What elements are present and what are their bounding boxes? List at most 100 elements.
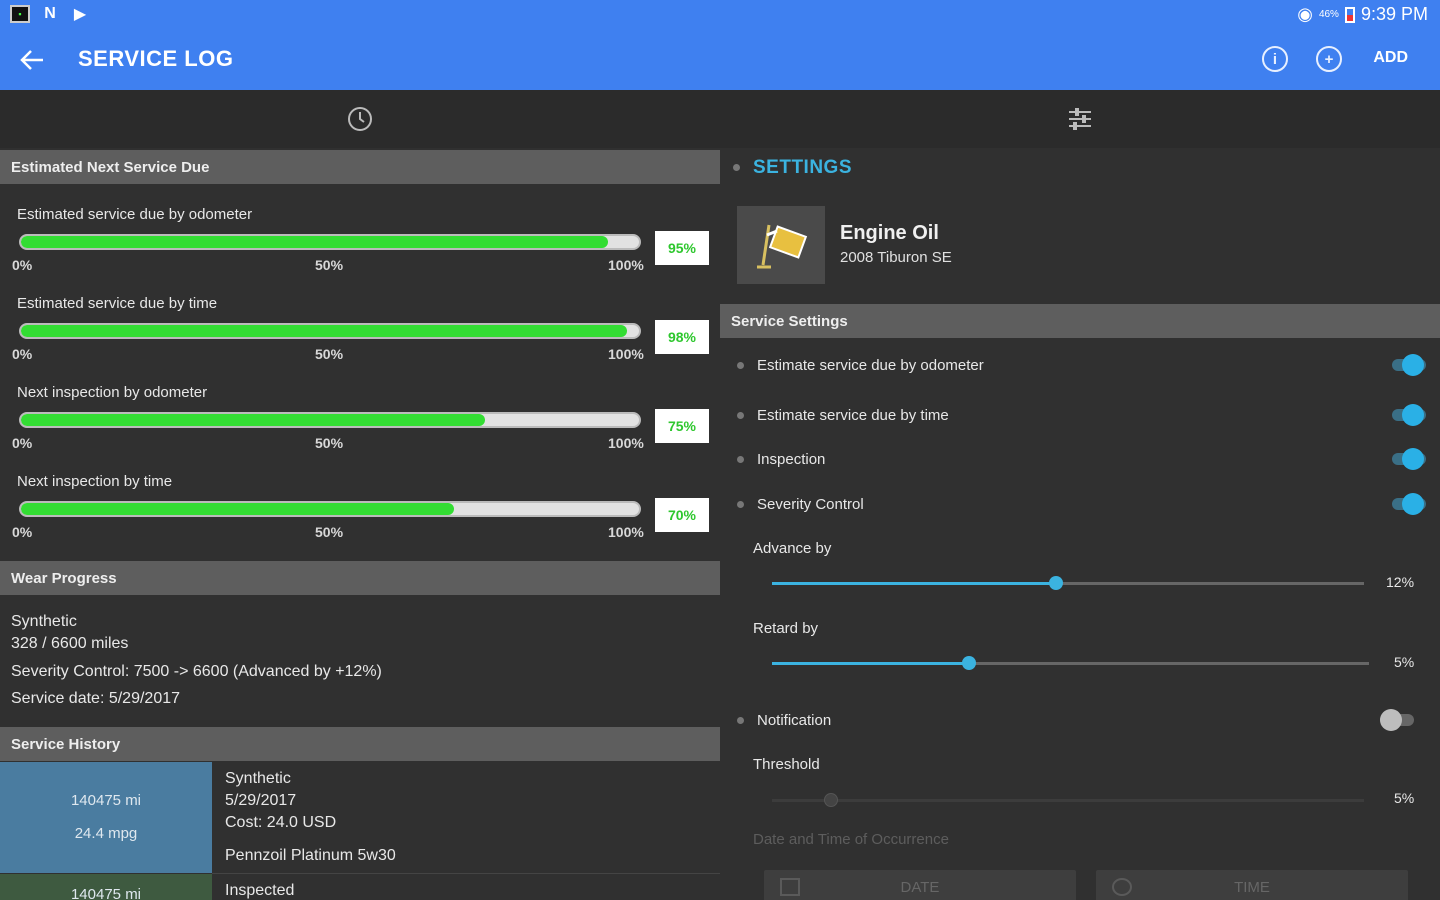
tick-50: 50% bbox=[315, 435, 344, 451]
add-button[interactable]: ADD bbox=[1373, 49, 1408, 67]
clock-time: 9:39 PM bbox=[1360, 4, 1428, 24]
progress-percent: 95% bbox=[655, 231, 709, 265]
page-title: SERVICE LOG bbox=[78, 46, 234, 71]
oil-can-icon bbox=[737, 206, 825, 284]
time-button-label: TIME bbox=[1234, 878, 1270, 896]
progress-label: Estimated service due by time bbox=[17, 295, 218, 312]
advance-value: 12% bbox=[1386, 574, 1415, 590]
progress-bar bbox=[19, 412, 641, 428]
option-toggle[interactable] bbox=[1388, 448, 1428, 470]
wear-oil-type: Synthetic bbox=[11, 613, 77, 630]
clock-icon bbox=[348, 107, 372, 131]
play-store-icon: ▶ bbox=[73, 6, 87, 23]
bullet bbox=[737, 501, 744, 508]
sliders-icon bbox=[1069, 108, 1091, 130]
back-arrow-icon[interactable] bbox=[14, 42, 50, 78]
section-header-service-settings: Service Settings bbox=[720, 304, 1440, 338]
progress-label: Next inspection by time bbox=[17, 473, 173, 490]
option-toggle[interactable] bbox=[1388, 354, 1428, 376]
retard-slider-knob[interactable] bbox=[962, 656, 976, 670]
progress-label: Estimated service due by odometer bbox=[17, 206, 253, 223]
section-header-estimated: Estimated Next Service Due bbox=[0, 150, 720, 184]
tick-0: 0% bbox=[12, 257, 33, 273]
retard-value: 5% bbox=[1394, 654, 1415, 670]
bullet bbox=[737, 362, 744, 369]
option-toggle[interactable] bbox=[1388, 404, 1428, 426]
tab-settings[interactable] bbox=[720, 90, 1440, 148]
history-summary-cell-2[interactable]: 140475 mi bbox=[0, 874, 212, 900]
progress-percent: 70% bbox=[655, 498, 709, 532]
threshold-slider[interactable] bbox=[772, 793, 1364, 807]
retard-label: Retard by bbox=[753, 620, 819, 637]
wear-severity: Severity Control: 7500 -> 6600 (Advanced… bbox=[11, 663, 382, 680]
history-date: 5/29/2017 bbox=[225, 792, 297, 809]
n-app-icon: N bbox=[44, 5, 56, 22]
option-toggle[interactable] bbox=[1388, 493, 1428, 515]
add-circle-icon[interactable]: + bbox=[1316, 46, 1342, 72]
bullet bbox=[737, 412, 744, 419]
status-bar: ▪ N ▶ ◉ 46% 9:39 PM bbox=[0, 0, 1440, 30]
system-status: ◉ 46% 9:39 PM bbox=[1297, 4, 1428, 25]
history-product: Pennzoil Platinum 5w30 bbox=[225, 847, 396, 864]
right-pane: SETTINGS Engine Oil 2008 Tiburon SE Serv… bbox=[720, 148, 1440, 900]
left-pane: Estimated Next Service Due Estimated ser… bbox=[0, 148, 720, 900]
history-type-2: Inspected bbox=[225, 882, 295, 899]
tick-0: 0% bbox=[12, 524, 33, 540]
occurrence-label: Date and Time of Occurrence bbox=[753, 831, 949, 848]
bullet bbox=[737, 456, 744, 463]
wear-service-date: Service date: 5/29/2017 bbox=[11, 690, 181, 707]
tab-history[interactable] bbox=[0, 90, 720, 148]
advance-slider-knob[interactable] bbox=[1049, 576, 1064, 590]
option-label: Severity Control bbox=[757, 496, 864, 513]
progress-fill bbox=[21, 414, 485, 426]
tick-0: 0% bbox=[12, 435, 33, 451]
history-type: Synthetic bbox=[225, 770, 291, 787]
progress-percent: 75% bbox=[655, 409, 709, 443]
threshold-label: Threshold bbox=[753, 756, 820, 773]
threshold-slider-knob[interactable] bbox=[824, 793, 839, 807]
time-button[interactable]: TIME bbox=[1096, 870, 1408, 900]
history-divider bbox=[212, 873, 720, 874]
history-summary-cell[interactable]: 140475 mi 24.4 mpg bbox=[0, 762, 212, 873]
item-vehicle: 2008 Tiburon SE bbox=[840, 249, 952, 266]
progress-fill bbox=[21, 325, 627, 337]
option-label: Estimate service due by time bbox=[757, 407, 949, 424]
progress-bar bbox=[19, 501, 641, 517]
tick-100: 100% bbox=[608, 435, 644, 451]
date-button[interactable]: DATE bbox=[764, 870, 1076, 900]
calendar-icon bbox=[780, 878, 800, 896]
section-header-history: Service History bbox=[0, 727, 720, 761]
progress-bar bbox=[19, 323, 641, 339]
tick-50: 50% bbox=[315, 257, 344, 273]
advance-label: Advance by bbox=[753, 540, 832, 557]
advance-slider[interactable] bbox=[772, 576, 1364, 590]
option-label: Inspection bbox=[757, 451, 826, 468]
progress-label: Next inspection by odometer bbox=[17, 384, 208, 401]
tick-50: 50% bbox=[315, 524, 344, 540]
settings-title: SETTINGS bbox=[753, 157, 853, 178]
section-header-wear: Wear Progress bbox=[0, 561, 720, 595]
monitor-icon: ▪ bbox=[10, 5, 30, 23]
tick-100: 100% bbox=[608, 524, 644, 540]
date-button-label: DATE bbox=[900, 878, 940, 896]
notification-toggle[interactable] bbox=[1376, 709, 1416, 731]
tab-bar bbox=[0, 90, 1440, 148]
retard-slider[interactable] bbox=[772, 656, 1369, 670]
tick-100: 100% bbox=[608, 346, 644, 362]
history-odometer-2: 140475 mi bbox=[70, 886, 142, 900]
item-name: Engine Oil bbox=[840, 222, 939, 244]
history-mpg: 24.4 mpg bbox=[74, 825, 138, 842]
wifi-icon: ◉ bbox=[1297, 4, 1313, 24]
clock-small-icon bbox=[1112, 878, 1132, 896]
history-odometer: 140475 mi bbox=[70, 792, 142, 809]
bullet bbox=[733, 164, 740, 171]
wear-miles: 328 / 6600 miles bbox=[11, 635, 129, 652]
progress-bar bbox=[19, 234, 641, 250]
progress-fill bbox=[21, 236, 609, 248]
tick-100: 100% bbox=[608, 257, 644, 273]
notification-label: Notification bbox=[757, 712, 832, 729]
history-cost: Cost: 24.0 USD bbox=[225, 814, 337, 831]
info-icon[interactable]: i bbox=[1262, 46, 1288, 72]
tick-50: 50% bbox=[315, 346, 344, 362]
bullet bbox=[737, 717, 744, 724]
